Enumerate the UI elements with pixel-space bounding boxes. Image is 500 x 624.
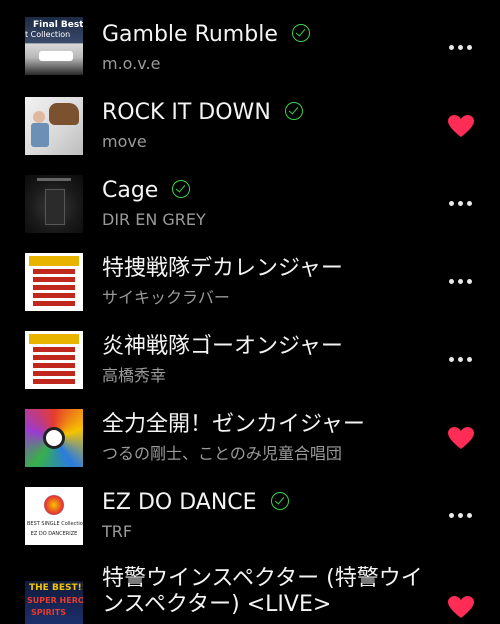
album-art: Final Best t Collection [25, 17, 83, 75]
album-art: BEST SINGLE Collection EZ DO DANCERIZE [25, 487, 83, 545]
track-row[interactable]: 炎神戦隊ゴーオンジャー 高橋秀幸 [0, 312, 500, 390]
album-art [25, 331, 83, 389]
track-row[interactable]: THE BEST!! SUPER HERO SPIRITS 特警ウインスペクター… [0, 546, 500, 624]
heart-icon[interactable] [448, 596, 474, 620]
track-artist: 高橋秀幸 [102, 366, 167, 385]
track-title: ROCK IT DOWN [102, 100, 303, 126]
track-title: 炎神戦隊ゴーオンジャー [102, 334, 343, 359]
album-art: THE BEST!! SUPER HERO SPIRITS [25, 581, 83, 624]
album-art-caption: SPIRITS [31, 608, 66, 617]
downloaded-check-icon [172, 180, 191, 198]
track-artist: m.o.v.e [102, 54, 161, 73]
track-artist: TRF [102, 522, 133, 541]
track-title: EZ DO DANCE [102, 490, 289, 516]
more-options-icon[interactable] [448, 200, 474, 208]
album-art [25, 409, 83, 467]
album-art [25, 97, 83, 155]
album-art [25, 175, 83, 233]
track-artist: DIR EN GREY [102, 210, 206, 229]
track-row[interactable]: BEST SINGLE Collection EZ DO DANCERIZE E… [0, 468, 500, 546]
album-art-caption: EZ DO DANCERIZE [30, 531, 78, 537]
track-title: 特捜戦隊デカレンジャー [102, 256, 343, 281]
track-artist: サイキックラバー [102, 288, 230, 307]
track-row[interactable]: 全力全開！ゼンカイジャー つるの剛士、ことのみ児童合唱団 [0, 390, 500, 468]
downloaded-check-icon [291, 24, 310, 42]
more-options-icon[interactable] [448, 44, 474, 52]
more-options-icon[interactable] [448, 278, 474, 286]
track-title: 特警ウインスペクター (特警ウインスペクター) <LIVE> [102, 566, 423, 617]
track-title: Gamble Rumble [102, 22, 310, 48]
track-artist: move [102, 132, 147, 151]
more-options-icon[interactable] [448, 512, 474, 520]
heart-icon[interactable] [448, 427, 474, 451]
more-options-icon[interactable] [448, 356, 474, 364]
downloaded-check-icon [270, 492, 289, 510]
heart-icon[interactable] [448, 115, 474, 139]
album-art-caption: SUPER HERO [27, 596, 83, 605]
album-art [25, 253, 83, 311]
track-title: 全力全開！ゼンカイジャー [102, 412, 365, 437]
album-art-caption: Final Best [33, 20, 83, 30]
track-row[interactable]: Cage DIR EN GREY [0, 156, 500, 234]
album-art-caption: t Collection [25, 30, 71, 39]
album-art-caption: BEST SINGLE Collection [27, 521, 83, 527]
track-title: Cage [102, 178, 191, 204]
album-art-caption: THE BEST!! [29, 583, 83, 593]
track-artist: つるの剛士、ことのみ児童合唱団 [102, 444, 342, 463]
track-row[interactable]: 特捜戦隊デカレンジャー サイキックラバー [0, 234, 500, 312]
downloaded-check-icon [284, 102, 303, 120]
track-row[interactable]: Final Best t Collection Gamble Rumble m.… [0, 0, 500, 78]
